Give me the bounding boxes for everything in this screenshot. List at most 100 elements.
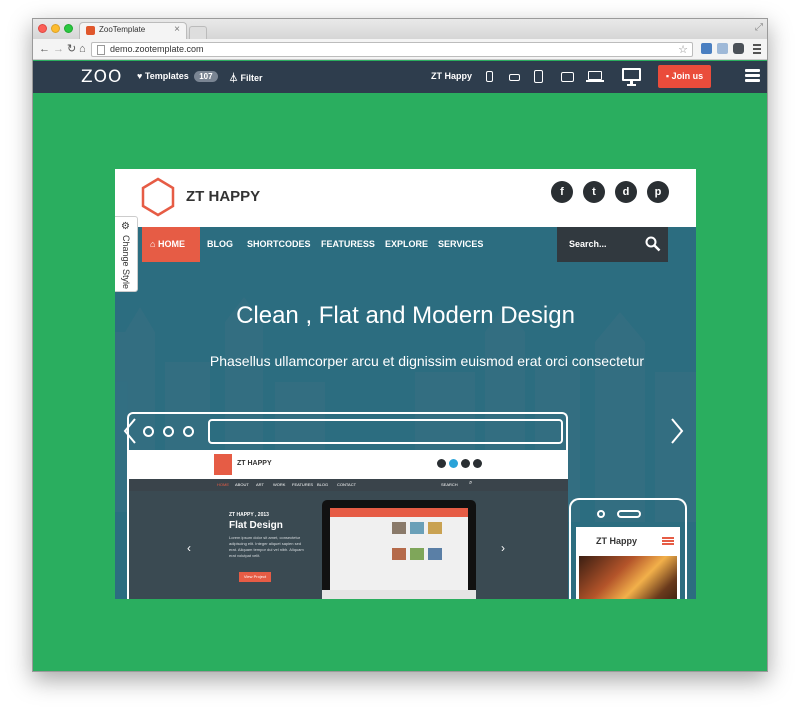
tab-title: ZooTemplate xyxy=(99,25,146,34)
filter-label: Filter xyxy=(240,73,263,83)
pinterest-icon[interactable]: p xyxy=(647,181,669,203)
frame-dot xyxy=(143,426,154,437)
cart-icon: ▪ xyxy=(665,71,670,81)
pocket-icon[interactable] xyxy=(733,43,744,54)
thumbnail xyxy=(392,548,406,560)
home-icon: ⌂ xyxy=(150,239,156,249)
tablet-portrait-icon[interactable] xyxy=(534,70,543,83)
mini-view-project-button: View Project xyxy=(239,572,271,582)
demo-site: ZT HAPPY f t d p ⌂ HOME BLOG SHORTCODES … xyxy=(115,169,696,599)
hamburger-menu-icon[interactable] xyxy=(745,69,760,83)
reload-icon[interactable]: ↻ xyxy=(67,42,76,56)
mini-facebook-icon xyxy=(437,459,446,468)
zoo-logo[interactable]: ZOO xyxy=(81,67,122,87)
mini-header: ZT HAPPY xyxy=(129,450,568,479)
search-icon[interactable] xyxy=(645,236,661,252)
slider-next-arrow-icon[interactable] xyxy=(670,417,684,445)
mini-nav: HOME ABOUT ART WORK FEATURES BLOG CONTAC… xyxy=(129,479,568,491)
phone-site-title: ZT Happy xyxy=(596,536,638,546)
templates-label: Templates xyxy=(144,71,189,81)
laptop-icon[interactable] xyxy=(586,71,604,82)
mini-search: SEARCH xyxy=(441,482,458,487)
extension-icon[interactable] xyxy=(717,43,728,54)
phone-camera xyxy=(597,510,605,518)
mini-nav-item: CONTACT xyxy=(337,482,357,487)
phone-screen: ZT Happy xyxy=(576,527,680,599)
mini-title: Flat Design xyxy=(229,520,283,531)
mini-nav-item: FEATURES xyxy=(292,482,314,487)
current-template-label: ZT Happy xyxy=(431,71,473,81)
thumbnail xyxy=(410,548,424,560)
dribbble-icon[interactable]: d xyxy=(615,181,637,203)
address-bar[interactable]: demo.zootemplate.com ☆ xyxy=(91,42,693,57)
hexagon-logo-icon[interactable] xyxy=(141,177,175,217)
mini-dribbble-icon xyxy=(461,459,470,468)
phone-landscape-icon[interactable] xyxy=(509,74,520,81)
menu-icon[interactable] xyxy=(753,44,761,54)
monitor-screen xyxy=(330,508,468,590)
hero-subtitle: Phasellus ullamcorper arcu et dignissim … xyxy=(209,353,645,369)
join-us-label: Join us xyxy=(671,71,704,81)
nav-item-explore[interactable]: EXPLORE xyxy=(378,227,435,262)
join-us-button[interactable]: ▪ Join us xyxy=(658,65,711,88)
frame-dot xyxy=(183,426,194,437)
monitor-stand xyxy=(322,590,476,599)
desktop-mockup: ZT HAPPY HOME ABOUT ART WORK FEATURES BL… xyxy=(127,412,568,599)
mini-kicker: ZT HAPPY , 2013 xyxy=(229,512,269,518)
tab-close-icon[interactable]: × xyxy=(174,24,180,35)
mini-search-icon: ⌕ xyxy=(469,480,473,486)
desktop-icon[interactable] xyxy=(622,68,641,86)
tab-bar: ZooTemplate × ⤢ xyxy=(33,19,767,39)
nav-item-blog[interactable]: BLOG xyxy=(200,227,240,262)
zoo-bar: ZOO ♥ Templates 107 ⏃ Filter ZT Happy ▪ … xyxy=(33,61,767,93)
nav-item-shortcodes[interactable]: SHORTCODES xyxy=(240,227,318,262)
bookmark-star-icon[interactable]: ☆ xyxy=(678,43,688,56)
site-name[interactable]: ZT HAPPY xyxy=(186,188,260,205)
url-text: demo.zootemplate.com xyxy=(110,44,204,54)
mini-site-name: ZT HAPPY xyxy=(237,460,272,467)
phone-portrait-icon[interactable] xyxy=(486,71,493,82)
extension-icon[interactable] xyxy=(701,43,712,54)
nav-item-featuress[interactable]: FEATURESS xyxy=(314,227,382,262)
favicon-icon xyxy=(86,26,95,35)
nav-item-home[interactable]: ⌂ HOME xyxy=(142,227,200,262)
twitter-icon[interactable]: t xyxy=(583,181,605,203)
fullscreen-icon[interactable]: ⤢ xyxy=(755,22,763,33)
close-window-button[interactable] xyxy=(38,24,47,33)
tablet-landscape-icon[interactable] xyxy=(561,72,574,82)
thumbnail xyxy=(428,548,442,560)
search-input[interactable]: Search... xyxy=(569,239,607,249)
facebook-icon[interactable]: f xyxy=(551,181,573,203)
change-style-button[interactable]: ⚙ Change Style xyxy=(115,216,138,292)
monitor-mockup xyxy=(322,500,476,599)
browser-window: ZooTemplate × ⤢ ← → ↻ ⌂ demo.zootemplate… xyxy=(32,18,768,672)
thumbnail xyxy=(410,522,424,534)
new-tab-button[interactable] xyxy=(189,26,207,39)
templates-count-badge: 107 xyxy=(194,71,218,82)
forward-icon[interactable]: → xyxy=(53,42,64,56)
nav-item-services[interactable]: SERVICES xyxy=(431,227,490,262)
filter-icon: ⏃ xyxy=(229,73,239,83)
heart-icon: ♥ xyxy=(137,71,143,81)
filter-button[interactable]: ⏃ Filter xyxy=(229,71,263,84)
mini-nav-item: HOME xyxy=(217,482,229,487)
phone-hero-image xyxy=(579,556,677,599)
templates-button[interactable]: ♥ Templates 107 xyxy=(137,71,218,82)
frame-dot xyxy=(163,426,174,437)
change-style-label: Change Style xyxy=(121,235,131,290)
home-icon[interactable]: ⌂ xyxy=(79,42,86,56)
hero-title: Clean , Flat and Modern Design xyxy=(236,302,575,329)
browser-tab[interactable]: ZooTemplate × xyxy=(79,22,187,39)
mini-nav-item: ART xyxy=(256,482,264,487)
back-icon[interactable]: ← xyxy=(39,42,50,56)
mini-text: Lorem ipsum dolor sit amet, consectetur … xyxy=(229,535,304,558)
mini-next-icon: › xyxy=(501,541,505,555)
minimize-window-button[interactable] xyxy=(51,24,60,33)
page-icon xyxy=(97,45,105,55)
site-header: ZT HAPPY f t d p xyxy=(115,169,696,227)
site-search[interactable]: Search... xyxy=(557,227,668,262)
monitor-screen-bar xyxy=(330,508,468,517)
maximize-window-button[interactable] xyxy=(64,24,73,33)
mini-nav-item: BLOG xyxy=(317,482,329,487)
phone-mockup: ZT Happy xyxy=(569,498,687,599)
